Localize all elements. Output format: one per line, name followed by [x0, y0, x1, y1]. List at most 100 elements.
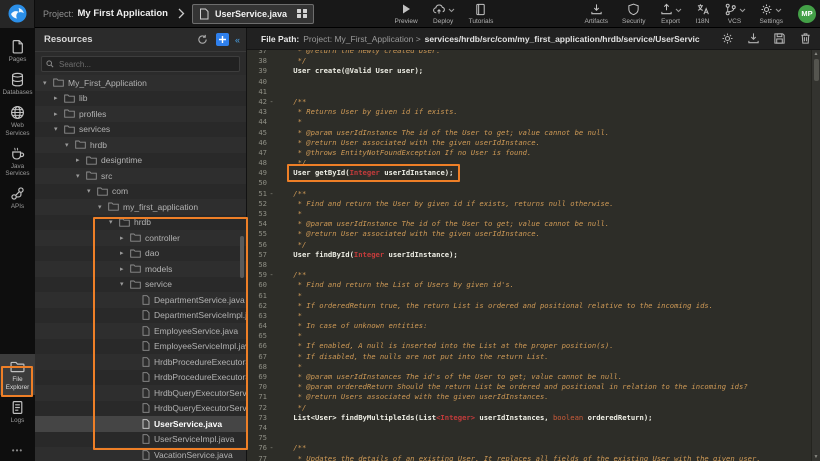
code-line-72[interactable]: 72 */	[247, 403, 811, 413]
code-line-47[interactable]: 47 * @throws EntityNotFoundException If …	[247, 148, 811, 158]
tree-item-hrdbprocedureexecutorse[interactable]: HrdbProcedureExecutorSe	[35, 354, 246, 370]
code-line-65[interactable]: 65 *	[247, 331, 811, 341]
download-icon[interactable]	[747, 32, 760, 45]
code-line-56[interactable]: 56 */	[247, 240, 811, 250]
tree-item-profiles[interactable]: ▸profiles	[35, 106, 246, 122]
save-icon[interactable]	[773, 32, 786, 45]
code-line-45[interactable]: 45 * @param userIdInstance The id of the…	[247, 128, 811, 138]
code-line-41[interactable]: 41	[247, 87, 811, 97]
code-line-59[interactable]: 59 - /**	[247, 270, 811, 280]
artifacts-button[interactable]: Artifacts	[585, 3, 608, 25]
tree-item-vacationservice-java[interactable]: VacationService.java	[35, 447, 246, 461]
tree-item-employeeserviceimpl-java[interactable]: EmployeeServiceImpl.java	[35, 339, 246, 355]
expanded-arrow-icon[interactable]: ▾	[87, 187, 97, 195]
code-line-75[interactable]: 75	[247, 433, 811, 443]
trash-icon[interactable]	[799, 32, 812, 45]
code-line-73[interactable]: 73 List<User> findByMultipleIds(List<Int…	[247, 413, 811, 423]
scrollbar-thumb[interactable]	[814, 59, 819, 81]
export-button[interactable]: Export	[660, 3, 682, 25]
code-line-51[interactable]: 51 - /**	[247, 189, 811, 199]
more-options-icon[interactable]: •••	[0, 442, 35, 461]
rail-item-file-explorer[interactable]: File Explorer	[0, 354, 35, 394]
refresh-icon[interactable]	[197, 34, 208, 45]
code-line-71[interactable]: 71 * @return Users associated with the g…	[247, 392, 811, 402]
tree-item-service[interactable]: ▾service	[35, 277, 246, 293]
rail-item-databases[interactable]: Databases	[0, 67, 35, 100]
code-line-77[interactable]: 77 * Updates the details of an existing …	[247, 454, 811, 461]
tree-item-src[interactable]: ▾src	[35, 168, 246, 184]
expanded-arrow-icon[interactable]: ▾	[98, 203, 108, 211]
collapsed-arrow-icon[interactable]: ▸	[54, 94, 64, 102]
tree-item-hrdbprocedureexecutorse[interactable]: HrdbProcedureExecutorSe	[35, 370, 246, 386]
code-line-38[interactable]: 38 */	[247, 56, 811, 66]
rail-item-web-services[interactable]: Web Services	[0, 100, 35, 140]
editor-scrollbar[interactable]: ▲ ▼	[811, 50, 820, 461]
code-line-58[interactable]: 58	[247, 260, 811, 270]
search-box[interactable]	[41, 56, 240, 72]
code-line-69[interactable]: 69 * @param userIdInstances The id's of …	[247, 372, 811, 382]
code-line-64[interactable]: 64 * In case of unknown entities:	[247, 321, 811, 331]
tree-item-my-first-application[interactable]: ▾my_first_application	[35, 199, 246, 215]
tree-item-hrdb[interactable]: ▾hrdb	[35, 137, 246, 153]
code-line-42[interactable]: 42 - /**	[247, 97, 811, 107]
code-line-49[interactable]: 49 User getById(Integer userIdInstance);	[247, 168, 811, 178]
deploy-button[interactable]: Deploy	[432, 3, 455, 25]
search-input[interactable]	[57, 59, 235, 70]
code-line-53[interactable]: 53 *	[247, 209, 811, 219]
tree-item-userserviceimpl-java[interactable]: UserServiceImpl.java	[35, 432, 246, 448]
code-line-67[interactable]: 67 * If disabled, the nulls are not put …	[247, 352, 811, 362]
grid-icon[interactable]	[297, 9, 307, 19]
avatar[interactable]: MP	[798, 5, 816, 23]
tree-item-models[interactable]: ▸models	[35, 261, 246, 277]
code-line-61[interactable]: 61 *	[247, 291, 811, 301]
gear-icon[interactable]	[721, 32, 734, 45]
code-line-66[interactable]: 66 * If enabled, A null is inserted into…	[247, 341, 811, 351]
tree-item-departmentservice-java[interactable]: DepartmentService.java	[35, 292, 246, 308]
tree-item-dao[interactable]: ▸dao	[35, 246, 246, 262]
rail-item-logs[interactable]: Logs	[0, 395, 35, 428]
tree-item-designtime[interactable]: ▸designtime	[35, 153, 246, 169]
code-area[interactable]: 37 * @return the newly created User. 38 …	[247, 50, 811, 461]
code-line-54[interactable]: 54 * @param userIdInstance The id of the…	[247, 219, 811, 229]
expanded-arrow-icon[interactable]: ▾	[65, 141, 75, 149]
tree-item-my-first-application[interactable]: ▾My_First_Application	[35, 75, 246, 91]
code-line-63[interactable]: 63 *	[247, 311, 811, 321]
tree-item-controller[interactable]: ▸controller	[35, 230, 246, 246]
fold-marker[interactable]: -	[267, 97, 276, 107]
expanded-arrow-icon[interactable]: ▾	[76, 172, 86, 180]
app-logo[interactable]	[0, 0, 35, 28]
collapsed-arrow-icon[interactable]: ▸	[120, 265, 130, 273]
tree-item-userservice-java[interactable]: UserService.java	[35, 416, 246, 432]
tree-item-lib[interactable]: ▸lib	[35, 91, 246, 107]
code-line-70[interactable]: 70 * @param orderedReturn Should the ret…	[247, 382, 811, 392]
collapsed-arrow-icon[interactable]: ▸	[54, 110, 64, 118]
tree-item-departmentserviceimpl-java[interactable]: DepartmentServiceImpl.java	[35, 308, 246, 324]
vcs-button[interactable]: VCS	[724, 3, 746, 25]
code-line-74[interactable]: 74	[247, 423, 811, 433]
code-line-68[interactable]: 68 *	[247, 362, 811, 372]
collapsed-arrow-icon[interactable]: ▸	[120, 234, 130, 242]
code-line-52[interactable]: 52 * Find and return the User by given i…	[247, 199, 811, 209]
code-line-44[interactable]: 44 *	[247, 117, 811, 127]
code-line-55[interactable]: 55 * @return User associated with the gi…	[247, 229, 811, 239]
rail-item-apis[interactable]: APIs	[0, 181, 35, 214]
expanded-arrow-icon[interactable]: ▾	[43, 79, 53, 87]
tutorials-button[interactable]: Tutorials	[469, 3, 494, 25]
expanded-arrow-icon[interactable]: ▾	[120, 280, 130, 288]
code-line-40[interactable]: 40	[247, 77, 811, 87]
rail-item-pages[interactable]: Pages	[0, 34, 35, 67]
collapse-panel-icon[interactable]: «	[235, 35, 240, 45]
i18n-button[interactable]: I18N	[696, 3, 710, 25]
scroll-up-icon[interactable]: ▲	[812, 51, 820, 57]
settings-button[interactable]: Settings	[760, 3, 784, 25]
tree-item-services[interactable]: ▾services	[35, 122, 246, 138]
code-line-48[interactable]: 48 */	[247, 158, 811, 168]
collapsed-arrow-icon[interactable]: ▸	[76, 156, 86, 164]
fold-marker[interactable]: -	[267, 189, 276, 199]
code-line-46[interactable]: 46 * @return User associated with the gi…	[247, 138, 811, 148]
project-name[interactable]: My First Application	[78, 8, 168, 19]
tree-item-employeeservice-java[interactable]: EmployeeService.java	[35, 323, 246, 339]
preview-button[interactable]: Preview	[395, 3, 418, 25]
code-line-50[interactable]: 50	[247, 178, 811, 188]
fold-marker[interactable]: -	[267, 443, 276, 453]
